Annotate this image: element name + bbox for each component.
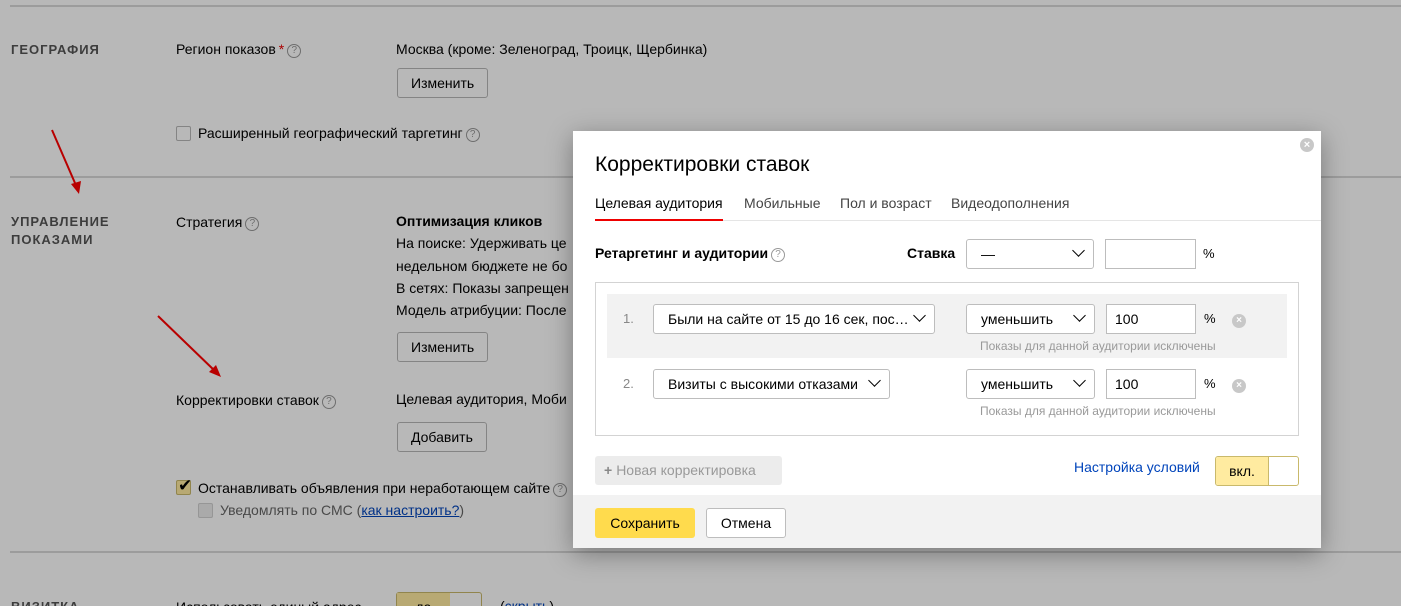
tabs: Целевая аудитория Мобильные Пол и возрас…	[595, 191, 1321, 221]
toggle-on-part: вкл.	[1216, 457, 1269, 485]
rule-number: 2.	[623, 376, 634, 391]
tab-gender-age[interactable]: Пол и возраст	[840, 194, 932, 212]
percent-sign: %	[1203, 246, 1215, 261]
percent-sign: %	[1204, 376, 1216, 391]
save-button[interactable]: Сохранить	[595, 508, 695, 538]
chevron-down-icon	[1073, 374, 1086, 387]
enable-toggle[interactable]: вкл.	[1215, 456, 1299, 486]
tab-target-audience[interactable]: Целевая аудитория	[595, 194, 723, 221]
modal-title: Корректировки ставок	[595, 153, 810, 176]
action-select[interactable]: уменьшить	[966, 304, 1095, 334]
chevron-down-icon	[913, 309, 926, 322]
conditions-settings-link[interactable]: Настройка условий	[1074, 458, 1200, 476]
plus-icon: +	[604, 462, 613, 478]
close-icon[interactable]: ×	[1300, 138, 1314, 152]
chevron-down-icon	[868, 374, 881, 387]
new-adjustment-button[interactable]: + Новая корректировка	[595, 456, 782, 485]
tab-mobile[interactable]: Мобильные	[744, 194, 821, 212]
chevron-down-icon	[1072, 244, 1085, 257]
rule-row: 2. Визиты с высокими отказами уменьшить …	[607, 359, 1287, 423]
rate-label: Ставка	[907, 245, 956, 261]
bid-adjustments-modal: × Корректировки ставок Целевая аудитория…	[573, 131, 1321, 548]
audience-select[interactable]: Были на сайте от 15 до 16 сек, пос…	[653, 304, 935, 334]
cancel-button[interactable]: Отмена	[706, 508, 786, 538]
rate-select[interactable]: —	[966, 239, 1094, 269]
value-input[interactable]: 100	[1106, 369, 1196, 399]
rule-hint: Показы для данной аудитории исключены	[980, 404, 1216, 418]
modal-footer: Сохранить Отмена	[573, 495, 1321, 548]
rate-input[interactable]	[1105, 239, 1196, 269]
tab-video-extensions[interactable]: Видеодополнения	[951, 194, 1069, 212]
help-icon[interactable]: ?	[771, 248, 786, 262]
rules-list: 1. Были на сайте от 15 до 16 сек, пос… у…	[595, 282, 1299, 436]
percent-sign: %	[1204, 311, 1216, 326]
remove-icon[interactable]: ×	[1232, 314, 1246, 328]
rule-hint: Показы для данной аудитории исключены	[980, 339, 1216, 353]
audience-select[interactable]: Визиты с высокими отказами	[653, 369, 890, 399]
chevron-down-icon	[1073, 309, 1086, 322]
rule-row: 1. Были на сайте от 15 до 16 сек, пос… у…	[607, 294, 1287, 358]
action-select[interactable]: уменьшить	[966, 369, 1095, 399]
retargeting-label: Ретаргетинг и аудитории?	[595, 244, 786, 262]
remove-icon[interactable]: ×	[1232, 379, 1246, 393]
value-input[interactable]: 100	[1106, 304, 1196, 334]
rule-number: 1.	[623, 311, 634, 326]
